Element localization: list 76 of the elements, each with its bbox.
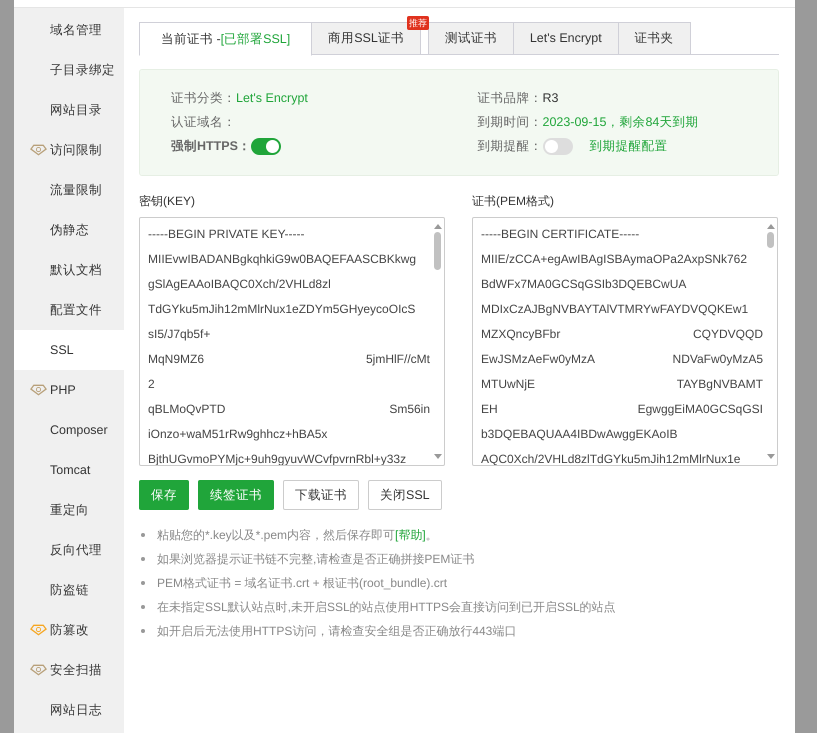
text-line: MDIxCzAJBgNVBAYTAlVTMRYwFAYDVQQKEw1 — [481, 300, 748, 318]
sidebar-item[interactable]: Tomcat — [14, 450, 124, 490]
action-button[interactable]: 下载证书 — [283, 480, 359, 510]
text-line: iOnzo+waM51rRw9ghhcz+hBA5x — [148, 426, 328, 442]
text-line: MIIEvwIBADANBgkqhkiG9w0BAQEFAASCBKkwg — [148, 250, 416, 268]
action-button[interactable]: 关闭SSL — [368, 480, 442, 510]
text-line: Sm56in — [389, 400, 430, 418]
toggle-switch[interactable] — [250, 138, 281, 154]
text-line: EgwggEiMA0GCSqGSI — [638, 400, 763, 418]
text-line: -----BEGIN PRIVATE KEY----- — [148, 226, 304, 242]
text-line: BjthUGvmoPYMjc+9uh9gyuvWCvfpvrnRbl+y33z — [148, 450, 406, 465]
note-text: PEM格式证书 = 域名证书.crt + 根证书(root_bundle).crt — [157, 574, 448, 592]
field-label: 证书分类： — [171, 90, 236, 107]
sidebar-item[interactable]: SSL — [14, 330, 124, 370]
sidebar-item[interactable]: Composer — [14, 410, 124, 450]
sidebar-item[interactable]: 网站目录 — [14, 90, 124, 130]
text-line: 2 — [148, 376, 155, 392]
field-label: 强制HTTPS： — [171, 138, 251, 155]
text-line: sI5/J7qb5f+ — [148, 326, 210, 342]
text-line: qBLMoQvPTD — [148, 400, 226, 418]
sidebar-item[interactable]: 防篡改 — [14, 610, 124, 650]
bullet-icon — [141, 532, 145, 536]
tab[interactable]: 当前证书 -[已部署SSL] — [139, 22, 312, 56]
sidebar-item[interactable]: 防盗链 — [14, 570, 124, 610]
text-line: -----BEGIN CERTIFICATE----- — [481, 226, 640, 242]
text-line: AQC0Xch/2VHLd8zlTdGYku5mJih12mMlrNux1e — [481, 450, 740, 465]
sidebar-item[interactable]: 默认文档 — [14, 250, 124, 290]
sidebar-item[interactable]: 重定向 — [14, 490, 124, 530]
bullet-icon — [141, 604, 145, 608]
bullet-icon — [141, 556, 145, 560]
toggle-switch[interactable] — [542, 138, 572, 154]
text-line: MIIE/zCCA+egAwIBAgISBAymaOPa2AxpSNk762 — [481, 250, 748, 268]
sidebar-item[interactable]: 网站日志 — [14, 690, 124, 730]
text-line: MTUwNjE — [481, 376, 535, 392]
text-line: TAYBgNVBAMT — [676, 376, 763, 392]
text-line: b3DQEBAQUAA4IBDwAwggEKAoIB — [481, 426, 678, 442]
tab[interactable]: 测试证书 — [428, 22, 514, 55]
text-line: NDVaFw0yMzA5 — [672, 350, 763, 368]
field-label: 到期时间： — [478, 114, 542, 131]
note-text: 如开启后无法使用HTTPS访问，请检查安全组是否正确放行443端口 — [157, 622, 516, 640]
field-label: 密钥(KEY) — [139, 193, 196, 209]
tab[interactable]: Let's Encrypt — [512, 22, 619, 55]
sidebar-item[interactable]: 配置文件 — [14, 290, 124, 330]
ribbon-badge: 推荐 — [406, 16, 429, 30]
tab[interactable]: 证书夹 — [618, 22, 691, 55]
sidebar-item[interactable]: 子目录绑定 — [14, 50, 124, 90]
text-line: BdWFx7MA0GCSqGSIb3DQEBCwUA — [481, 276, 686, 292]
note-text: 如果浏览器提示证书链不完整,请检查是否正确拼接PEM证书 — [157, 550, 474, 568]
text-line: CQYDVQQD — [692, 326, 763, 342]
field-label: 证书(PEM格式) — [472, 193, 555, 209]
sidebar-item[interactable]: 访问限制 — [14, 130, 124, 170]
sidebar-item[interactable]: PHP — [14, 370, 124, 410]
text-line: EH — [481, 400, 498, 418]
note-text: 在未指定SSL默认站点时,未开启SSL的站点使用HTTPS会直接访问到已开启SSL的站点 — [157, 598, 616, 616]
certificate-textarea[interactable] — [472, 217, 778, 466]
field-value: Let's Encrypt — [236, 90, 308, 107]
bullet-icon — [141, 628, 145, 632]
text-line: MqN9MZ6 — [148, 350, 204, 368]
sidebar-item[interactable]: 流量限制 — [14, 170, 124, 210]
field-value: R3 — [542, 90, 558, 107]
text-line: TdGYku5mJih12mMlrNux1eZDYm5GHyeycoOIcS — [148, 300, 416, 318]
field-label: 证书品牌： — [478, 90, 542, 107]
sidebar-item[interactable]: 域名管理 — [14, 10, 124, 50]
bullet-icon — [141, 580, 145, 584]
sidebar-item[interactable]: 伪静态 — [14, 210, 124, 250]
text-line: gSlAgEAAoIBAQC0Xch/2VHLd8zl — [148, 276, 331, 292]
text-line: 5jmHlF//cMt — [366, 350, 430, 368]
sidebar-item[interactable]: 反向代理 — [14, 530, 124, 570]
field-label: 到期提醒： — [478, 138, 542, 155]
field-value: 2023-09-15，剩余84天到期 — [542, 114, 698, 131]
text-line: MZXQncyBFbr — [481, 326, 560, 342]
key-textarea[interactable] — [139, 217, 445, 466]
note-text: 粘贴您的*.key以及*.pem内容，然后保存即可[帮助]。 — [157, 526, 438, 544]
sidebar-item[interactable]: 安全扫描 — [14, 650, 124, 690]
field-label: 认证域名： — [171, 114, 236, 131]
text-line: EwJSMzAeFw0yMzA — [481, 350, 596, 368]
